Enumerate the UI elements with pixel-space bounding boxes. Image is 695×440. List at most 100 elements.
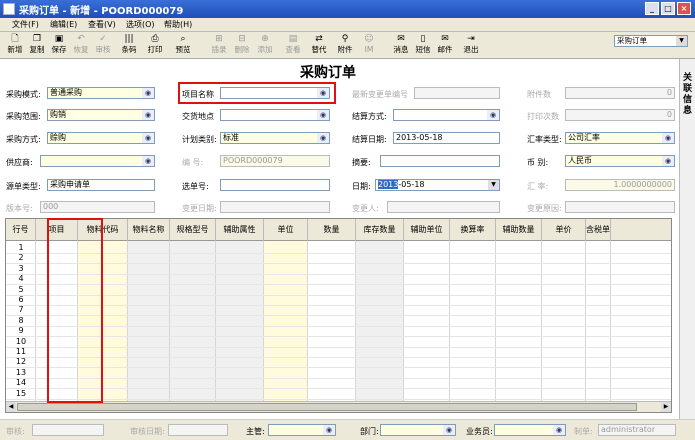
related-info-panel[interactable]: 关 联 信 息 bbox=[679, 59, 695, 419]
settle-date-field[interactable]: 2013-05-18 bbox=[393, 132, 500, 144]
menu-view[interactable]: 查看(V) bbox=[88, 19, 116, 30]
bill-type-select[interactable]: 采购订单 ▼ bbox=[614, 35, 688, 47]
chevron-down-icon[interactable]: ▼ bbox=[676, 36, 687, 46]
menu-file[interactable]: 文件(F) bbox=[12, 19, 39, 30]
chevron-down-icon[interactable]: ▼ bbox=[488, 180, 499, 190]
settle-method-field[interactable]: ◉ bbox=[393, 109, 500, 121]
lookup-icon[interactable]: ◉ bbox=[662, 133, 674, 143]
grid-row-line bbox=[6, 357, 671, 358]
delete-button[interactable]: ⊟ 删除 bbox=[230, 34, 254, 58]
salesman-field[interactable]: ◉ bbox=[494, 424, 566, 436]
horizontal-scrollbar[interactable]: ◀ ▶ bbox=[6, 401, 671, 412]
lookup-icon[interactable]: ◉ bbox=[443, 425, 455, 435]
mail-button[interactable]: ✉ 邮件 bbox=[433, 34, 457, 58]
menu-options[interactable]: 选项(O) bbox=[126, 19, 155, 30]
maximize-button[interactable]: □ bbox=[661, 2, 675, 15]
lookup-icon[interactable]: ◉ bbox=[142, 88, 154, 98]
purchase-method-field[interactable]: 赊购 ◉ bbox=[47, 132, 155, 144]
source-type-label: 源单类型: bbox=[6, 182, 41, 191]
grid-header-cell[interactable]: 辅助属性 bbox=[216, 219, 264, 241]
entry-grid[interactable]: 行号 项目 物料代码 物料名称 规格型号 辅助属性 单位 数量 库存数量 辅助单位 换算率 辅助数量单… bbox=[5, 218, 672, 413]
grid-row-line bbox=[6, 294, 671, 296]
menu-help[interactable]: 帮助(H) bbox=[164, 19, 192, 30]
source-no-field[interactable] bbox=[220, 179, 330, 191]
supplier-field[interactable]: ◉ bbox=[40, 155, 155, 167]
changer-label: 变更人: bbox=[352, 204, 379, 213]
source-type-field[interactable]: 采购申请单 bbox=[47, 179, 155, 191]
printer-icon: ⎙ bbox=[151, 34, 159, 44]
settle-method-label: 结算方式: bbox=[352, 112, 387, 121]
lookup-icon[interactable]: ◉ bbox=[662, 156, 674, 166]
message-button[interactable]: ✉ 消息 bbox=[389, 34, 413, 58]
grid-header: 行号 项目 物料代码 物料名称 规格型号 辅助属性 单位 数量 库存数量 辅助单位 换算率 辅助数量单… bbox=[6, 219, 671, 241]
grid-header-cell[interactable]: 库存数量 bbox=[356, 219, 404, 241]
grid-row-line bbox=[6, 346, 671, 348]
lookup-icon[interactable]: ◉ bbox=[142, 133, 154, 143]
grid-header-cell[interactable]: 辅助数量 bbox=[496, 219, 542, 241]
save-button[interactable]: ▣ 保存 bbox=[47, 34, 71, 58]
audit-button[interactable]: ✓ 审核 bbox=[91, 34, 115, 58]
app-icon bbox=[3, 3, 15, 15]
grid-header-cell[interactable]: 辅助单位 bbox=[404, 219, 450, 241]
purchase-mode-field[interactable]: 普通采购 ◉ bbox=[47, 87, 155, 99]
copy-button[interactable]: ❐ 复制 bbox=[25, 34, 49, 58]
purchase-scope-field[interactable]: 购销 ◉ bbox=[47, 109, 155, 121]
grid-header-cell[interactable]: 物料名称 bbox=[128, 219, 170, 241]
grid-header-cell[interactable]: 规格型号 bbox=[170, 219, 216, 241]
grid-header-cell[interactable]: 换算率 bbox=[450, 219, 496, 241]
attach-button[interactable]: ⚲ 附件 bbox=[333, 34, 357, 58]
close-button[interactable]: × bbox=[677, 2, 691, 15]
lookup-icon[interactable]: ◉ bbox=[323, 425, 335, 435]
row-number: 5 bbox=[18, 284, 24, 294]
lookup-icon[interactable]: ◉ bbox=[142, 110, 154, 120]
minimize-button[interactable]: _ bbox=[645, 2, 659, 15]
sms-button[interactable]: ▯ 短信 bbox=[411, 34, 435, 58]
row-number: 15 bbox=[15, 388, 27, 398]
source-no-label: 选单号: bbox=[182, 182, 209, 191]
scroll-left-icon[interactable]: ◀ bbox=[6, 402, 16, 412]
delivery-place-field[interactable]: ◉ bbox=[220, 109, 330, 121]
scroll-right-icon[interactable]: ▶ bbox=[661, 402, 671, 412]
preview-button[interactable]: ⌕ 预览 bbox=[171, 34, 195, 58]
change-reason-label: 变更原因: bbox=[527, 204, 562, 213]
lookup-icon[interactable]: ◉ bbox=[317, 133, 329, 143]
currency-field[interactable]: 人民币 ◉ bbox=[565, 155, 675, 167]
print-button[interactable]: ⎙ 打印 bbox=[143, 34, 167, 58]
im-button[interactable]: ☺ IM bbox=[357, 34, 381, 58]
replace-button[interactable]: ⇄ 替代 bbox=[307, 34, 331, 58]
add-icon: ⊕ bbox=[261, 34, 269, 44]
copy-icon: ❐ bbox=[32, 34, 42, 44]
exit-button[interactable]: ⇥ 退出 bbox=[459, 34, 483, 58]
attach-count-field: 0 bbox=[565, 87, 675, 99]
insert-button[interactable]: ⊞ 插录 bbox=[207, 34, 231, 58]
menu-edit[interactable]: 编辑(E) bbox=[50, 19, 77, 30]
row-number: 9 bbox=[18, 326, 24, 336]
lookup-icon[interactable]: ◉ bbox=[317, 110, 329, 120]
supervisor-field[interactable]: ◉ bbox=[268, 424, 336, 436]
lookup-icon[interactable]: ◉ bbox=[487, 110, 499, 120]
grid-header-cell[interactable]: 行号 bbox=[6, 219, 36, 241]
grid-header-cell[interactable]: 含税单 bbox=[586, 219, 611, 241]
grid-row-line bbox=[6, 398, 671, 400]
grid-header-cell[interactable]: 单位 bbox=[264, 219, 308, 241]
grid-header-cell[interactable]: 数量 bbox=[308, 219, 356, 241]
restore-button[interactable]: ↶ 恢复 bbox=[69, 34, 93, 58]
lookup-icon[interactable]: ◉ bbox=[553, 425, 565, 435]
date-field[interactable]: 2013-05-18 ▼ bbox=[375, 179, 500, 191]
summary-field[interactable] bbox=[380, 155, 500, 167]
lookup-icon[interactable]: ◉ bbox=[142, 156, 154, 166]
new-button[interactable]: 🗋 新增 bbox=[3, 34, 27, 58]
grid-row-line bbox=[6, 263, 671, 265]
row-number: 3 bbox=[18, 263, 24, 273]
related-info-char: 息 bbox=[683, 106, 693, 116]
add-button[interactable]: ⊕ 添加 bbox=[253, 34, 277, 58]
scroll-thumb[interactable] bbox=[17, 403, 637, 411]
grid-header-cell[interactable]: 单价 bbox=[542, 219, 586, 241]
department-field[interactable]: ◉ bbox=[380, 424, 456, 436]
view-button[interactable]: ▤ 查看 bbox=[281, 34, 305, 58]
plan-type-field[interactable]: 标准 ◉ bbox=[220, 132, 330, 144]
rate-type-field[interactable]: 公司汇率 ◉ bbox=[565, 132, 675, 144]
barcode-button[interactable]: ||| 条码 bbox=[117, 34, 141, 58]
row-number: 7 bbox=[18, 305, 24, 315]
audit-date-field bbox=[168, 424, 228, 436]
